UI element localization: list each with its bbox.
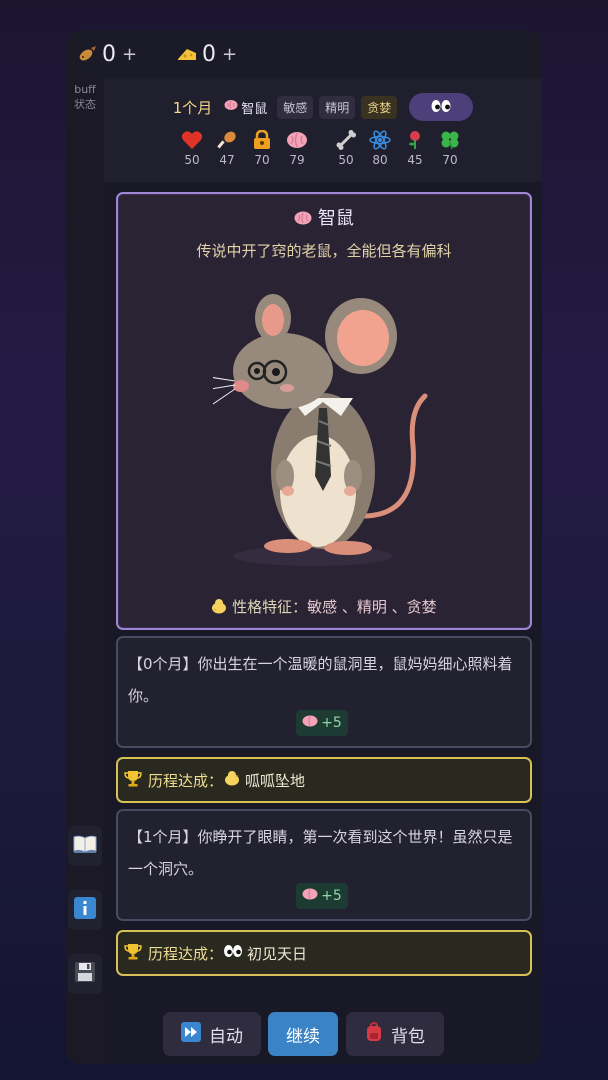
strength-value: 50	[338, 153, 354, 167]
traits-value: 敏感 、精明 、贪婪	[307, 598, 437, 616]
species-name: 智鼠	[241, 101, 268, 117]
cheese-icon	[176, 43, 198, 65]
event-entry: 【0个月】你出生在一个温暖的鼠洞里，鼠妈妈细心照料着你。 +5	[116, 636, 532, 748]
cheese-add[interactable]: +	[222, 44, 237, 65]
trait-tag: 贪婪	[361, 95, 398, 119]
fish-add[interactable]: +	[122, 44, 137, 65]
drumstick-icon	[210, 130, 244, 150]
mouse-portrait	[213, 294, 428, 566]
defense-stat: 70	[245, 130, 279, 167]
heart-icon	[175, 130, 209, 150]
view-button[interactable]	[409, 93, 474, 121]
floppy-disk-icon	[74, 961, 96, 987]
attribute-row: 50 47 70 79 50 80 45 70	[104, 130, 542, 178]
continue-label: 继续	[286, 1026, 320, 1047]
achievement-name: 初见天日	[247, 944, 308, 963]
intelligence-bonus: +5	[296, 710, 348, 736]
bonus-value: +5	[321, 888, 342, 904]
trophy-icon	[124, 769, 142, 791]
eyes-icon	[223, 944, 243, 962]
personality-traits: 性格特征：敏感 、精明 、贪婪	[118, 596, 530, 617]
fish-counter[interactable]: 0 +	[76, 40, 137, 68]
achievement-label: 历程达成：	[148, 944, 224, 963]
buff-status-label[interactable]: buff 状态	[66, 82, 104, 112]
chick-icon	[223, 770, 241, 790]
brain-icon	[280, 130, 314, 150]
intelligence-value: 79	[289, 153, 305, 167]
bone-icon	[329, 130, 363, 150]
event-entry: 【1个月】你睁开了眼睛，第一次看到这个世界！虽然只是一个洞穴。 +5	[116, 809, 532, 921]
trait-tag: 精明	[319, 95, 356, 119]
lock-icon	[245, 130, 279, 150]
rose-icon	[398, 130, 432, 150]
atom-icon	[363, 130, 397, 150]
chick-icon	[211, 598, 227, 616]
achievement-banner: 历程达成： 呱呱坠地	[116, 757, 532, 803]
science-stat: 80	[363, 130, 397, 167]
cheese-counter[interactable]: 0 +	[176, 40, 237, 68]
trait-tag: 敏感	[277, 95, 314, 119]
brain-icon	[302, 715, 318, 731]
fish-icon	[76, 43, 98, 65]
strength-stat: 50	[329, 130, 363, 167]
event-text: 【1个月】你睁开了眼睛，第一次看到这个世界！虽然只是一个洞穴。	[128, 828, 513, 878]
charm-stat: 45	[398, 130, 432, 167]
backpack-icon	[365, 1021, 383, 1047]
bonus-value: +5	[321, 715, 342, 731]
game-frame: 0 + 0 + buff 状态 1个月 智鼠 敏感 精明 贪婪 50 47 70…	[66, 30, 542, 1064]
clover-icon	[433, 130, 467, 150]
character-description: 传说中开了窍的老鼠，全能但各有偏科	[196, 242, 452, 260]
intelligence-stat: 79	[280, 130, 314, 167]
auto-button[interactable]: 自动	[163, 1012, 261, 1056]
book-icon	[72, 833, 98, 859]
science-value: 80	[372, 153, 388, 167]
fish-count: 0	[102, 41, 116, 67]
brain-icon	[224, 99, 238, 115]
character-title: 智鼠	[118, 204, 530, 230]
defense-value: 70	[254, 153, 270, 167]
health-value: 50	[184, 153, 200, 167]
fast-forward-icon	[181, 1021, 201, 1047]
buff-label: buff	[74, 83, 96, 96]
hunger-value: 47	[219, 153, 235, 167]
continue-button[interactable]: 继续	[268, 1012, 338, 1056]
eyes-icon	[430, 98, 452, 117]
book-button[interactable]	[68, 826, 102, 866]
character-name: 智鼠	[317, 208, 354, 229]
intelligence-bonus: +5	[296, 883, 348, 909]
trophy-icon	[124, 942, 142, 964]
brain-icon	[302, 888, 318, 904]
cheese-count: 0	[202, 41, 216, 67]
achievement-label: 历程达成：	[148, 771, 224, 790]
status-label: 状态	[74, 98, 96, 111]
traits-label: 性格特征：	[232, 598, 308, 616]
info-icon	[73, 896, 97, 924]
luck-stat: 70	[433, 130, 467, 167]
luck-value: 70	[442, 153, 458, 167]
bag-button[interactable]: 背包	[346, 1012, 444, 1056]
charm-value: 45	[407, 153, 423, 167]
auto-label: 自动	[209, 1026, 243, 1047]
health-stat: 50	[175, 130, 209, 167]
species-label: 智鼠	[224, 98, 267, 117]
resource-bar: 0 + 0 +	[66, 30, 542, 78]
age-label: 1个月	[172, 98, 213, 117]
brain-icon	[294, 208, 312, 229]
save-button[interactable]	[68, 954, 102, 994]
info-button[interactable]	[68, 890, 102, 930]
achievement-banner: 历程达成： 初见天日	[116, 930, 532, 976]
bag-label: 背包	[391, 1026, 425, 1047]
hunger-stat: 47	[210, 130, 244, 167]
character-stats-panel: 1个月 智鼠 敏感 精明 贪婪 50 47 70 79 50 80 45 70	[104, 78, 542, 182]
achievement-name: 呱呱坠地	[245, 771, 306, 790]
character-card: 智鼠 传说中开了窍的老鼠，全能但各有偏科 性格特征：敏感 、精明 、贪婪	[116, 192, 532, 630]
character-summary: 1个月 智鼠 敏感 精明 贪婪	[104, 93, 542, 121]
event-text: 【0个月】你出生在一个温暖的鼠洞里，鼠妈妈细心照料着你。	[128, 655, 513, 705]
